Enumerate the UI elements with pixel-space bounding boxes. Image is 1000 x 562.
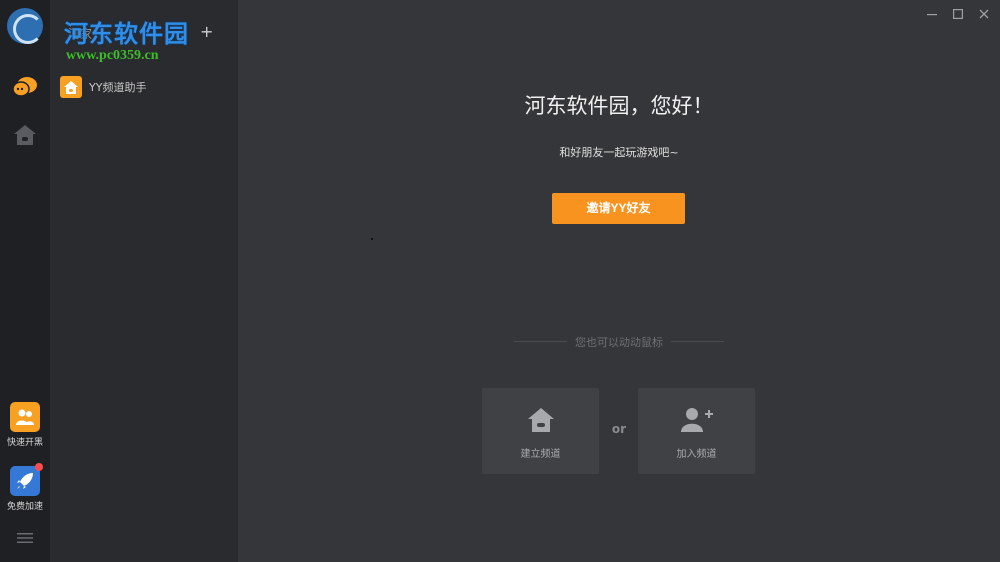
add-channel-button[interactable]: + [200,22,213,41]
quick-match-label: 快速开黑 [6,438,43,448]
left-rail: 快速开黑 免费加速 [0,0,50,562]
watermark-title: 河东软件园 [64,19,189,48]
home-icon[interactable] [13,124,37,146]
close-icon[interactable] [976,6,992,22]
channel-item-label: YY频道助手 [89,81,147,94]
join-channel-label: 加入频道 [676,449,717,460]
greeting-subtitle: 和好朋友一起玩游戏吧~ [559,146,679,159]
greeting-title: 河东软件园，您好！ [524,94,714,118]
menu-icon[interactable] [17,532,33,544]
minimize-icon[interactable] [924,6,940,22]
chat-bubbles-icon[interactable] [12,76,38,98]
or-separator: or [611,422,627,436]
user-avatar-icon[interactable] [7,8,43,44]
quick-match-button[interactable] [10,402,40,432]
people-icon [16,409,34,425]
add-user-icon [680,408,713,432]
free-accelerate-label: 免费加速 [6,502,43,512]
notification-badge [35,463,43,471]
rocket-icon [17,473,33,489]
invite-friends-button[interactable]: 邀请YY好友 [552,193,685,224]
main-content: 河东软件园，您好！ 和好朋友一起玩游戏吧~ 邀请YY好友 您也可以动动鼠标 建立… [238,0,1000,562]
maximize-icon[interactable] [950,6,966,22]
home-icon [60,76,82,98]
create-channel-icon [527,408,554,432]
stray-dot [371,238,373,240]
free-accelerate-button[interactable] [10,463,43,496]
window-controls [924,6,992,22]
watermark-url: www.pc0359.cn [66,48,159,63]
divider-right [671,341,724,342]
join-channel-card[interactable]: 加入频道 [638,388,755,474]
create-channel-card[interactable]: 建立频道 [482,388,599,474]
channel-item-yy-helper[interactable]: YY频道助手 [60,74,230,100]
channel-panel: 河家 + YY频道助手 [50,0,238,562]
divider-text: 您也可以动动鼠标 [575,336,663,349]
create-channel-label: 建立频道 [520,449,561,460]
